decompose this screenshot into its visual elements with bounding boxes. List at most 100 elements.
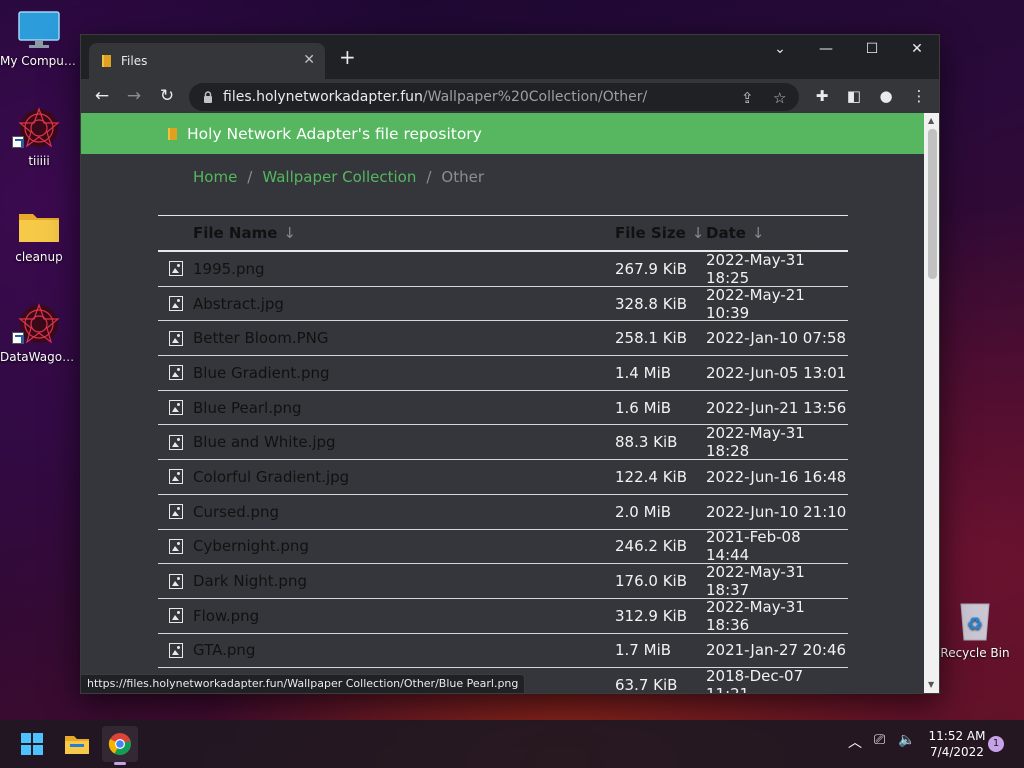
file-name-link[interactable]: Blue Pearl.png <box>193 399 615 417</box>
tab-search-chevron-icon[interactable]: ⌄ <box>765 41 795 57</box>
profile-icon[interactable]: ● <box>876 87 896 105</box>
scrollbar-thumb[interactable] <box>928 129 937 279</box>
share-icon[interactable]: ⇪ <box>741 89 754 107</box>
scroll-up-arrow-icon[interactable]: ▲ <box>928 116 934 125</box>
address-bar[interactable]: files.holynetworkadapter.fun/Wallpaper%2… <box>189 83 799 111</box>
file-size: 2.0 MiB <box>615 502 672 521</box>
column-header-date[interactable]: Date ↓ <box>706 224 848 242</box>
scroll-down-arrow-icon[interactable]: ▼ <box>928 680 934 689</box>
table-row[interactable]: Colorful Gradient.jpg 122.4 KiB 2022-Jun-1… <box>158 460 848 495</box>
taskbar-chrome[interactable] <box>102 726 138 762</box>
column-header-label: File Size <box>615 224 686 242</box>
file-name-link[interactable]: Colorful Gradient.jpg <box>193 468 615 486</box>
file-date: 2022-Jan-10 07:58 <box>706 329 847 348</box>
desktop-icon-my-computer[interactable]: My Computer <box>0 10 78 68</box>
site-header: Holy Network Adapter's file repository <box>81 113 924 154</box>
shortcut-arrow-icon <box>12 136 24 148</box>
file-name-link[interactable]: 1995.png <box>193 260 615 278</box>
file-name-link[interactable]: Cybernight.png <box>193 537 615 555</box>
network-icon[interactable]: ⎚ <box>874 732 885 748</box>
forward-button[interactable]: → <box>123 86 145 108</box>
tab-files[interactable]: Files ✕ <box>89 43 325 79</box>
table-row[interactable]: Cybernight.png 246.2 KiB 2021-Feb-08 14:44 <box>158 528 848 564</box>
table-row[interactable]: Better Bloom.PNG 258.1 KiB 2022-Jan-10 07:… <box>158 321 848 357</box>
table-row[interactable]: Flow.png 312.9 KiB 2022-May-31 18:36 <box>158 598 848 634</box>
table-row[interactable]: Dark Night.png 176.0 KiB 2022-May-31 18:37 <box>158 563 848 600</box>
desktop-icon-recycle-bin[interactable]: ♻ Recycle Bin <box>936 598 1014 660</box>
maximize-button[interactable]: ☐ <box>857 41 887 57</box>
file-icon-cell <box>158 400 193 416</box>
svg-text:♻: ♻ <box>967 614 983 635</box>
start-button[interactable] <box>14 726 50 762</box>
file-size: 267.9 KiB <box>615 259 688 278</box>
column-header-file-name[interactable]: File Name ↓ <box>193 224 615 242</box>
minimize-button[interactable]: — <box>811 41 841 57</box>
side-panel-icon[interactable]: ◧ <box>844 87 864 105</box>
table-row[interactable]: Cursed.png 2.0 MiB 2022-Jun-10 21:10 <box>158 495 848 530</box>
desktop-icon-tiiiii[interactable]: tiiiii <box>0 106 78 168</box>
shortcut-arrow-icon <box>12 332 24 344</box>
system-clock[interactable]: 11:52 AM 7/4/2022 <box>922 728 992 760</box>
monitor-icon <box>18 11 60 48</box>
file-name-link[interactable]: Abstract.jpg <box>193 295 615 313</box>
bookmark-star-icon[interactable]: ☆ <box>773 89 786 107</box>
breadcrumb-wallpaper-collection[interactable]: Wallpaper Collection <box>262 168 416 186</box>
back-button[interactable]: ← <box>91 86 113 108</box>
image-file-icon <box>168 261 183 277</box>
file-size: 176.0 KiB <box>615 572 688 591</box>
close-window-button[interactable]: ✕ <box>902 41 932 57</box>
image-file-icon <box>168 469 183 485</box>
desktop-icon-cleanup[interactable]: cleanup <box>0 206 78 264</box>
show-hidden-icons-chevron-icon[interactable]: ︿ <box>848 732 862 752</box>
file-name-link[interactable]: Blue and White.jpg <box>193 433 615 451</box>
file-date: 2022-May-31 18:37 <box>706 563 805 600</box>
file-name-link[interactable]: Blue Gradient.png <box>193 364 615 382</box>
image-file-icon <box>168 573 183 589</box>
breadcrumb-home[interactable]: Home <box>193 168 237 186</box>
column-header-file-size[interactable]: File Size ↓ <box>615 224 706 242</box>
close-icon[interactable]: ✕ <box>303 52 315 68</box>
active-app-indicator <box>114 762 126 765</box>
file-size: 63.7 KiB <box>615 676 678 694</box>
file-name-link[interactable]: Cursed.png <box>193 503 615 521</box>
breadcrumb-separator: / <box>247 168 253 186</box>
file-size: 122.4 KiB <box>615 467 688 486</box>
file-icon-cell <box>158 296 193 312</box>
volume-icon[interactable]: 🔈 <box>898 732 915 748</box>
file-name-link[interactable]: GTA.png <box>193 641 615 659</box>
file-name-link[interactable]: Better Bloom.PNG <box>193 329 615 347</box>
notification-badge[interactable]: 1 <box>988 736 1004 752</box>
file-date: 2022-May-21 10:39 <box>706 285 805 322</box>
desktop-icon-datawagon[interactable]: DataWagon... <box>0 302 78 364</box>
image-file-icon <box>168 400 183 416</box>
page-scrollbar[interactable]: ▲ ▼ <box>924 113 939 693</box>
file-icon-cell <box>158 365 193 381</box>
browser-window: Files ✕ + ⌄ — ☐ ✕ ← → ↻ files.holynetwor… <box>80 34 940 694</box>
table-row[interactable]: 1995.png 267.9 KiB 2022-May-31 18:25 <box>158 251 848 287</box>
new-tab-button[interactable]: + <box>339 47 356 67</box>
table-row[interactable]: GTA.png 1.7 MiB 2021-Jan-27 20:46 <box>158 634 848 669</box>
file-date: 2022-May-31 18:28 <box>706 424 805 461</box>
table-row[interactable]: Abstract.jpg 328.8 KiB 2022-May-21 10:39 <box>158 285 848 322</box>
file-date: 2022-Jun-16 16:48 <box>706 467 847 486</box>
file-date: 2021-Jan-27 20:46 <box>706 641 847 660</box>
file-date: 2022-Jun-05 13:01 <box>706 363 847 382</box>
browser-titlebar: Files ✕ + ⌄ — ☐ ✕ <box>81 35 939 79</box>
extensions-icon[interactable]: ✚ <box>812 87 832 105</box>
image-file-icon <box>168 365 183 381</box>
file-size: 328.8 KiB <box>615 294 688 313</box>
lock-icon <box>204 91 212 103</box>
table-row[interactable]: Blue Pearl.png 1.6 MiB 2022-Jun-21 13:56 <box>158 391 848 426</box>
table-header-row: File Name ↓ File Size ↓ Date ↓ <box>158 216 848 252</box>
table-row[interactable]: Blue Gradient.png 1.4 MiB 2022-Jun-05 13:0… <box>158 356 848 391</box>
taskbar-file-explorer[interactable] <box>59 726 95 762</box>
file-name-link[interactable]: Dark Night.png <box>193 572 615 590</box>
file-icon-cell <box>158 504 193 520</box>
menu-kebab-icon[interactable]: ⋮ <box>909 87 929 105</box>
table-row[interactable]: Blue and White.jpg 88.3 KiB 2022-May-31 18… <box>158 424 848 461</box>
sort-arrow-icon: ↓ <box>751 224 765 242</box>
reload-button[interactable]: ↻ <box>156 86 178 108</box>
file-size: 1.7 MiB <box>615 641 672 660</box>
column-header-label: File Name <box>193 224 278 242</box>
file-name-link[interactable]: Flow.png <box>193 607 615 625</box>
